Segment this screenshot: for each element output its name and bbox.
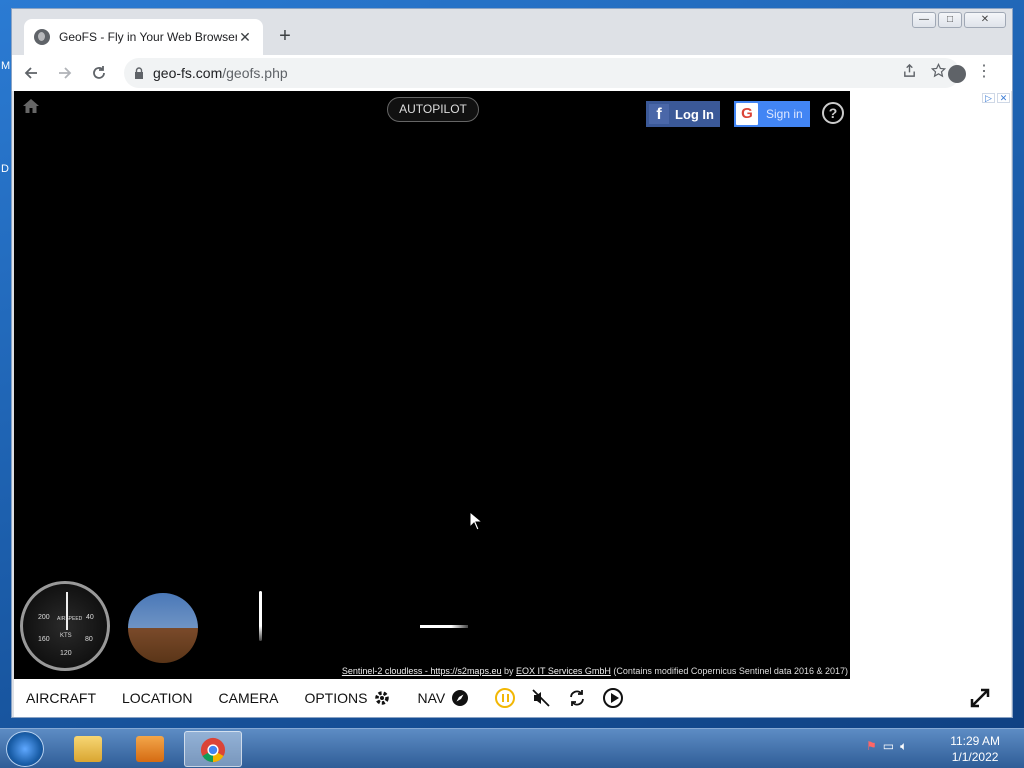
map-attribution: Sentinel-2 cloudless - https://s2maps.eu… <box>341 666 848 676</box>
compass-icon <box>452 690 469 706</box>
start-button[interactable] <box>6 731 44 767</box>
google-signin-button[interactable]: G Sign in <box>734 101 810 127</box>
airspeed-tick: 120 <box>60 650 72 657</box>
taskbar-media-player[interactable] <box>122 731 180 767</box>
autopilot-button[interactable]: AUTOPILOT <box>387 97 479 122</box>
throttle-indicator <box>259 591 262 641</box>
desktop-icon-label: M <box>1 60 11 72</box>
facebook-login-button[interactable]: f Log In <box>646 101 720 127</box>
taskbar: ⚑ ▭ 🔈︎ 11:29 AM 1/1/2022 <box>0 728 1024 768</box>
airspeed-needle <box>66 592 68 630</box>
page-content: AUTOPILOT f Log In G Sign in ? 200 AIRSP… <box>14 91 1011 717</box>
system-tray: ⚑ ▭ 🔈︎ <box>866 739 907 754</box>
arrow-left-icon <box>24 67 37 79</box>
folder-icon <box>74 736 102 762</box>
tab-title: GeoFS - Fly in Your Web Browser <box>59 30 237 44</box>
clock-date: 1/1/2022 <box>951 750 999 764</box>
flight-sim-viewport[interactable]: AUTOPILOT f Log In G Sign in ? 200 AIRSP… <box>14 91 850 679</box>
pause-icon[interactable] <box>495 688 516 708</box>
airspeed-tick: 160 <box>38 636 50 643</box>
tab-strip: GeoFS - Fly in Your Web Browser ✕ + — □ … <box>12 9 1012 55</box>
menu-dots-icon[interactable]: ⋮ <box>976 64 992 80</box>
aircraft-menu-button[interactable]: AIRCRAFT <box>26 690 96 706</box>
help-icon[interactable]: ? <box>822 102 844 124</box>
close-window-button[interactable]: ✕ <box>964 12 1006 28</box>
forward-button[interactable] <box>50 58 80 88</box>
chrome-icon <box>200 737 226 763</box>
globe-icon <box>34 29 50 45</box>
camera-menu-button[interactable]: CAMERA <box>219 690 279 706</box>
media-player-icon <box>136 736 164 762</box>
volume-icon[interactable]: 🔈︎ <box>900 739 907 754</box>
home-icon[interactable] <box>22 97 40 115</box>
tab-geofs[interactable]: GeoFS - Fly in Your Web Browser ✕ <box>24 19 263 55</box>
reload-icon <box>93 66 105 79</box>
address-bar[interactable]: geo-fs.com/geofs.php <box>124 58 960 88</box>
location-menu-button[interactable]: LOCATION <box>122 690 193 706</box>
google-icon: G <box>736 103 758 125</box>
new-tab-button[interactable]: + <box>274 25 296 47</box>
star-icon[interactable] <box>931 63 946 78</box>
trim-indicator <box>420 625 468 628</box>
clock[interactable]: 11:29 AM 1/1/2022 <box>950 733 1000 765</box>
browser-window: GeoFS - Fly in Your Web Browser ✕ + — □ … <box>11 8 1013 718</box>
action-center-icon[interactable]: ⚑ <box>866 739 877 754</box>
options-menu-label: OPTIONS <box>304 690 368 706</box>
taskbar-explorer[interactable] <box>60 731 118 767</box>
url-text: geo-fs.com/geofs.php <box>153 65 288 81</box>
share-icon[interactable] <box>902 63 917 78</box>
lock-icon <box>135 67 143 79</box>
facebook-icon: f <box>649 104 669 124</box>
adchoices-icon[interactable]: ▷ <box>982 93 995 103</box>
airspeed-title: AIRSPEED <box>57 616 83 622</box>
airspeed-tick: 200 <box>38 614 50 621</box>
airspeed-unit: KTS <box>60 633 72 639</box>
clock-time: 11:29 AM <box>950 734 1000 748</box>
gear-icon <box>375 691 390 705</box>
reset-icon[interactable] <box>567 688 587 708</box>
airspeed-tick: 80 <box>85 636 93 643</box>
maximize-button[interactable]: □ <box>938 12 962 28</box>
profile-avatar-icon[interactable] <box>948 65 966 83</box>
fullscreen-icon[interactable] <box>969 687 991 709</box>
facebook-login-label: Log In <box>675 106 714 122</box>
taskbar-chrome[interactable] <box>184 731 242 767</box>
nav-menu-button[interactable]: NAV <box>417 689 469 707</box>
arrow-right-icon <box>59 67 72 79</box>
mouse-cursor-icon <box>469 511 483 531</box>
desktop-icon-label: D <box>1 163 9 175</box>
options-menu-button[interactable]: OPTIONS <box>304 689 391 707</box>
browser-toolbar: geo-fs.com/geofs.php ⋮ <box>12 55 1012 91</box>
airspeed-tick: 40 <box>86 614 94 621</box>
game-menu-bar: AIRCRAFT LOCATION CAMERA OPTIONS NAV <box>14 679 1011 717</box>
mute-icon[interactable] <box>531 688 551 708</box>
window-controls: — □ ✕ <box>912 12 1006 28</box>
google-signin-label: Sign in <box>766 107 803 121</box>
play-icon[interactable] <box>603 688 624 708</box>
nav-menu-label: NAV <box>417 690 446 706</box>
network-icon[interactable]: ▭ <box>883 739 894 754</box>
ad-close-icon[interactable]: ✕ <box>997 93 1010 103</box>
airspeed-indicator: 200 AIRSPEED 40 160 KTS 80 120 <box>20 581 110 671</box>
ad-controls: ▷ ✕ <box>982 93 1010 103</box>
attitude-indicator <box>128 593 198 663</box>
back-button[interactable] <box>16 58 46 88</box>
tab-close-icon[interactable]: ✕ <box>237 29 253 46</box>
attribution-link-s2maps[interactable]: Sentinel-2 cloudless - https://s2maps.eu <box>342 666 502 676</box>
reload-button[interactable] <box>84 58 114 88</box>
minimize-button[interactable]: — <box>912 12 936 28</box>
attribution-link-eox[interactable]: EOX IT Services GmbH <box>516 666 611 676</box>
